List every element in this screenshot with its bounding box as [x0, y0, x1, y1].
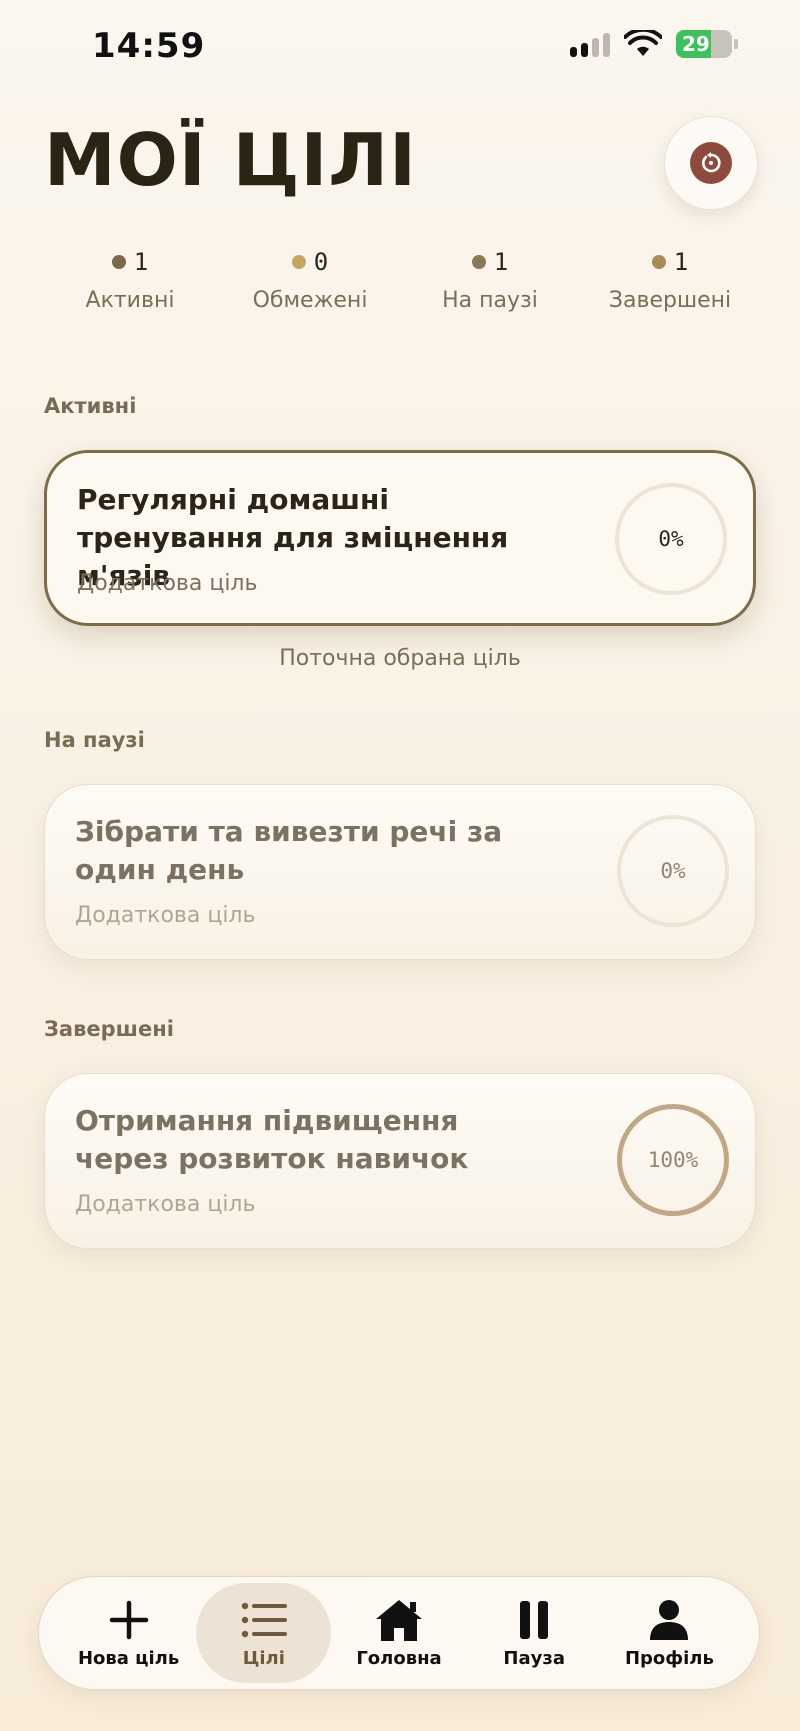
battery-cap	[734, 39, 738, 49]
stat-label: Обмежені	[252, 288, 368, 313]
battery-level: 29	[682, 32, 710, 56]
stat-dot-paused	[471, 255, 486, 269]
stat-label: Завершені	[608, 288, 732, 313]
progress-ring: 100%	[617, 1104, 729, 1216]
status-time: 14:59	[92, 26, 206, 66]
goal-card-paused[interactable]: Зібрати та вивезти речі за один день Дод…	[44, 784, 756, 960]
pause-icon	[519, 1598, 549, 1642]
stat-label: На паузі	[442, 288, 538, 313]
stat-count: 1	[133, 248, 149, 276]
tab-home[interactable]: Головна	[331, 1583, 466, 1683]
status-indicators: 29	[570, 30, 738, 58]
tab-label: Профіль	[624, 1647, 714, 1669]
tab-goals[interactable]: Цілі	[196, 1583, 332, 1683]
stat-dot-active	[111, 255, 126, 269]
stat-dot-completed	[651, 255, 666, 269]
goal-subtitle: Додаткова ціль	[75, 903, 256, 928]
battery-icon: 29	[676, 30, 732, 58]
goal-title: Зібрати та вивезти речі за один день	[75, 815, 503, 886]
page-title: МОЇ ЦІЛІ	[44, 118, 417, 202]
goal-card-active[interactable]: Регулярні домашні тренування для зміцнен…	[44, 450, 756, 626]
goal-title: Отримання підвищення через розвиток нави…	[75, 1104, 469, 1175]
cellular-signal-icon	[570, 31, 610, 57]
stat-dot-limited	[291, 255, 306, 269]
stat-completed[interactable]: 1 Завершені	[580, 248, 760, 313]
tab-label: Пауза	[503, 1647, 565, 1669]
goal-subtitle: Додаткова ціль	[77, 571, 258, 596]
wifi-icon	[624, 30, 662, 56]
section-label-completed: Завершені	[44, 1017, 174, 1041]
section-label-active: Активні	[44, 394, 137, 418]
tab-label: Головна	[356, 1647, 442, 1669]
stat-active[interactable]: 1 Активні	[40, 248, 220, 313]
tab-label: Нова ціль	[77, 1647, 180, 1669]
stat-limited[interactable]: 0 Обмежені	[220, 248, 400, 313]
goal-subtitle: Додаткова ціль	[75, 1192, 256, 1217]
stat-count: 1	[493, 248, 509, 276]
tab-pause[interactable]: Пауза	[467, 1583, 602, 1683]
progress-ring: 0%	[615, 483, 727, 595]
tab-bar: Нова ціль Цілі Головна Пауза Профіль	[38, 1576, 760, 1690]
stats-row: 1 Активні 0 Обмежені 1 На паузі 1 Заверш…	[40, 248, 760, 313]
plus-icon	[109, 1598, 149, 1642]
list-icon	[241, 1598, 287, 1642]
stat-count: 1	[673, 248, 689, 276]
reset-button[interactable]	[664, 116, 758, 210]
current-goal-note: Поточна обрана ціль	[279, 646, 521, 671]
tab-label: Цілі	[242, 1647, 285, 1669]
tab-new-goal[interactable]: Нова ціль	[61, 1583, 196, 1683]
goal-card-completed[interactable]: Отримання підвищення через розвиток нави…	[44, 1073, 756, 1249]
section-label-paused: На паузі	[44, 728, 145, 752]
home-icon	[374, 1598, 424, 1642]
stat-count: 0	[313, 248, 329, 276]
stat-paused[interactable]: 1 На паузі	[400, 248, 580, 313]
progress-ring: 0%	[617, 815, 729, 927]
stat-label: Активні	[85, 288, 175, 313]
tab-profile[interactable]: Профіль	[602, 1583, 737, 1683]
refresh-icon	[690, 142, 732, 184]
person-icon	[649, 1598, 689, 1642]
